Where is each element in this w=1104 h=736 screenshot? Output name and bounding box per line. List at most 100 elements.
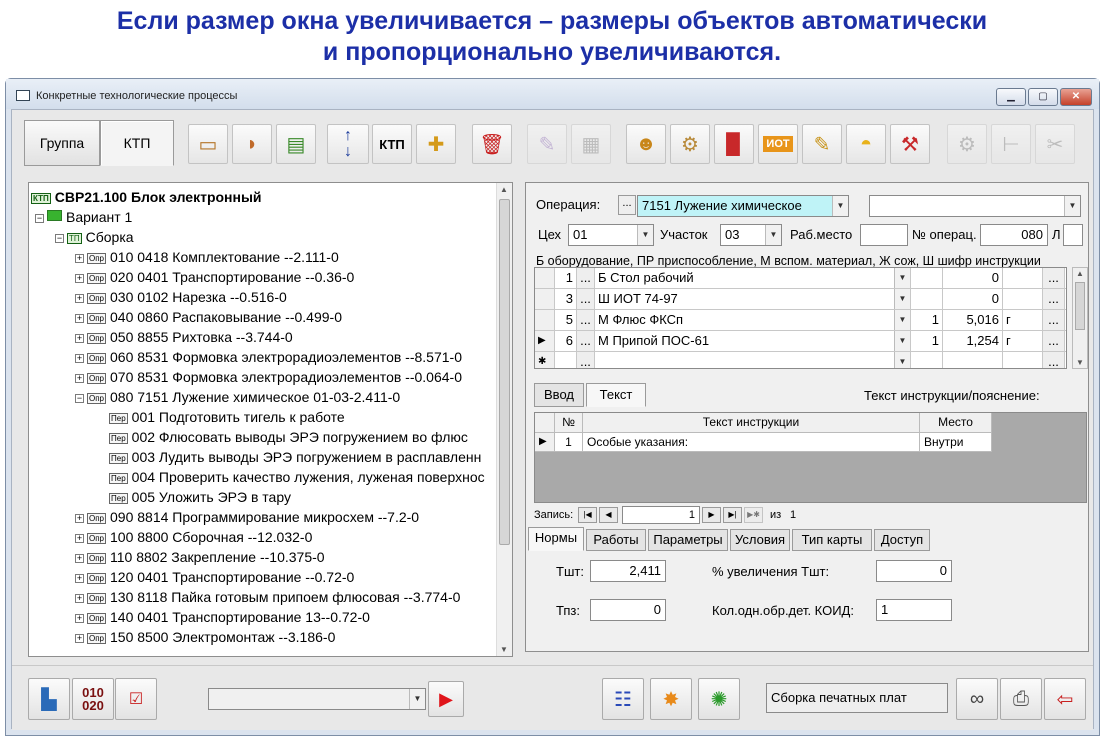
pencils-icon[interactable]: ✎: [527, 124, 567, 164]
cell-name[interactable]: М Флюс ФКСп ▼: [595, 310, 911, 330]
cell-val[interactable]: 0: [943, 289, 1003, 309]
bottom-combo[interactable]: ▼: [208, 688, 426, 710]
increase-input[interactable]: 0: [876, 560, 952, 582]
expand-icon[interactable]: +: [75, 314, 84, 323]
tab-ktp[interactable]: КТП: [100, 120, 174, 166]
instruction-place[interactable]: Внутри: [920, 433, 992, 452]
col-place-header[interactable]: Место: [920, 413, 992, 433]
tree-operation[interactable]: + Опр 020 0401 Транспортирование --0.36-0: [75, 267, 354, 287]
equipment-scroll-thumb[interactable]: [1075, 282, 1085, 330]
cell-n[interactable]: 5: [555, 310, 577, 330]
list-check-icon[interactable]: ☷: [602, 678, 644, 720]
cell-unit[interactable]: [1003, 268, 1043, 288]
glasses-icon[interactable]: ∞: [956, 678, 998, 720]
machine-icon[interactable]: ⚙: [670, 124, 710, 164]
scroll-down-icon[interactable]: ▼: [500, 645, 508, 654]
cell-unit[interactable]: г: [1003, 331, 1043, 351]
scroll-down-icon[interactable]: ▼: [1076, 358, 1084, 367]
tree-operation[interactable]: + Опр 150 8500 Электромонтаж --3.186-0: [75, 627, 335, 647]
tree-scroll-thumb[interactable]: [499, 199, 510, 545]
chevron-down-icon[interactable]: ▼: [832, 196, 848, 216]
cell-unit[interactable]: г: [1003, 310, 1043, 330]
next-record-icon[interactable]: ▶: [702, 507, 721, 523]
tsht-input[interactable]: 2,411: [590, 560, 666, 582]
play-button[interactable]: ▶: [428, 681, 464, 717]
cell-unit[interactable]: [1003, 289, 1043, 309]
tab-bottom-0[interactable]: Нормы: [528, 527, 584, 551]
row-selector[interactable]: [535, 310, 555, 330]
scroll-up-icon[interactable]: ▲: [1076, 269, 1084, 278]
cell-n[interactable]: 6: [555, 331, 577, 351]
chevron-down-icon[interactable]: ▼: [637, 225, 653, 245]
tree-operation[interactable]: + Опр 100 8800 Сборочная --12.032-0: [75, 527, 312, 547]
cell-val[interactable]: 0: [943, 268, 1003, 288]
cell-n[interactable]: 3: [555, 289, 577, 309]
code-010-020-button[interactable]: 010 020: [72, 678, 114, 720]
workbench-icon[interactable]: ▭: [188, 124, 228, 164]
tree-assembly[interactable]: − ТП Сборка: [55, 227, 134, 247]
equipment-row[interactable]: 1... Б Стол рабочий ▼ 0...: [535, 268, 1066, 289]
tree-scrollbar[interactable]: ▲ ▼: [496, 183, 512, 656]
expand-icon[interactable]: +: [75, 554, 84, 563]
tree-variant[interactable]: − Вариант 1: [35, 207, 132, 227]
refresh-star-icon[interactable]: ✺: [698, 678, 740, 720]
expand-icon[interactable]: +: [75, 274, 84, 283]
collapse-icon[interactable]: −: [55, 234, 64, 243]
uchastok-combo[interactable]: 03 ▼: [720, 224, 782, 246]
row-dots-button[interactable]: ...: [577, 268, 595, 288]
tube-icon[interactable]: ◗: [232, 124, 272, 164]
tree-operation[interactable]: + Опр 030 0102 Нарезка --0.516-0: [75, 287, 287, 307]
chevron-down-icon[interactable]: ▼: [409, 689, 425, 709]
collapse-icon[interactable]: −: [75, 394, 84, 403]
chevron-down-icon[interactable]: ▼: [894, 310, 910, 330]
tree-operation[interactable]: + Опр 140 0401 Транспортирование 13--0.72-…: [75, 607, 370, 627]
expand-icon[interactable]: +: [75, 374, 84, 383]
chevron-down-icon[interactable]: ▼: [1064, 196, 1080, 216]
col-text-header[interactable]: Текст инструкции: [583, 413, 920, 433]
tpz-input[interactable]: 0: [590, 599, 666, 621]
cell-name[interactable]: Б Стол рабочий ▼: [595, 268, 911, 288]
time-calc-icon[interactable]: ✚: [416, 124, 456, 164]
edit-doc-icon[interactable]: ✎: [802, 124, 842, 164]
instruction-text[interactable]: Особые указания:: [583, 433, 920, 452]
instruction-grid[interactable]: № Текст инструкции Место ▶ 1 Особые указан…: [534, 412, 1087, 503]
tree-transition[interactable]: Пер 005 Уложить ЭРЭ в тару: [109, 487, 291, 507]
tree-root[interactable]: КТП СВР21.100 Блок электронный: [31, 187, 262, 207]
row-selector[interactable]: ▶: [535, 433, 555, 452]
tree-operation[interactable]: + Опр 120 0401 Транспортирование --0.72-0: [75, 567, 354, 587]
expand-icon[interactable]: +: [75, 634, 84, 643]
row-selector[interactable]: [535, 289, 555, 309]
calculator-icon[interactable]: ▦: [571, 124, 611, 164]
cell-qty[interactable]: [911, 289, 943, 309]
tree-operation[interactable]: + Опр 010 0418 Комплектование --2.111-0: [75, 247, 339, 267]
prev-record-icon[interactable]: ◀: [599, 507, 618, 523]
pliers-icon[interactable]: ✂: [1035, 124, 1075, 164]
tab-bottom-1[interactable]: Работы: [586, 529, 646, 551]
last-record-icon[interactable]: ▶|: [723, 507, 742, 523]
close-button[interactable]: ✕: [1060, 88, 1092, 106]
cell-n[interactable]: [555, 352, 577, 368]
equipment-row[interactable]: ✱... ▼...: [535, 352, 1066, 368]
equipment-row[interactable]: ▶ 6... М Припой ПОС-61 ▼ 1 1,254 г...: [535, 331, 1066, 352]
new-record-icon[interactable]: ▶✱: [744, 507, 763, 523]
cell-qty[interactable]: 1: [911, 331, 943, 351]
maximize-button[interactable]: ▢: [1028, 88, 1058, 106]
chevron-down-icon[interactable]: ▼: [894, 331, 910, 351]
arrow-down-icon[interactable]: ↓: [344, 144, 352, 160]
ceh-combo[interactable]: 01 ▼: [568, 224, 654, 246]
expand-icon[interactable]: +: [75, 614, 84, 623]
cell-qty[interactable]: 1: [911, 310, 943, 330]
tree-transition[interactable]: Пер 003 Лудить выводы ЭРЭ погружением в р…: [109, 447, 481, 467]
tree-operation[interactable]: − Опр 080 7151 Лужение химическое 01-03-2.…: [75, 387, 400, 407]
row-dots-button[interactable]: ...: [1043, 331, 1065, 351]
ktp-arrow-button[interactable]: КТП: [372, 124, 412, 164]
tree-operation[interactable]: + Опр 070 8531 Формовка электрорадиоэлемен…: [75, 367, 462, 387]
printer-icon[interactable]: ⎙: [1000, 678, 1042, 720]
tools-icon[interactable]: ⚒: [890, 124, 930, 164]
cell-qty[interactable]: [911, 268, 943, 288]
tree-operation[interactable]: + Опр 130 8118 Пайка готовым припоем флюсо…: [75, 587, 460, 607]
equipment-row[interactable]: 3... Ш ИОТ 74-97 ▼ 0...: [535, 289, 1066, 310]
row-dots-button[interactable]: ...: [1043, 310, 1065, 330]
cell-val[interactable]: [943, 352, 1003, 368]
equipment-scrollbar[interactable]: ▲ ▼: [1072, 267, 1088, 369]
